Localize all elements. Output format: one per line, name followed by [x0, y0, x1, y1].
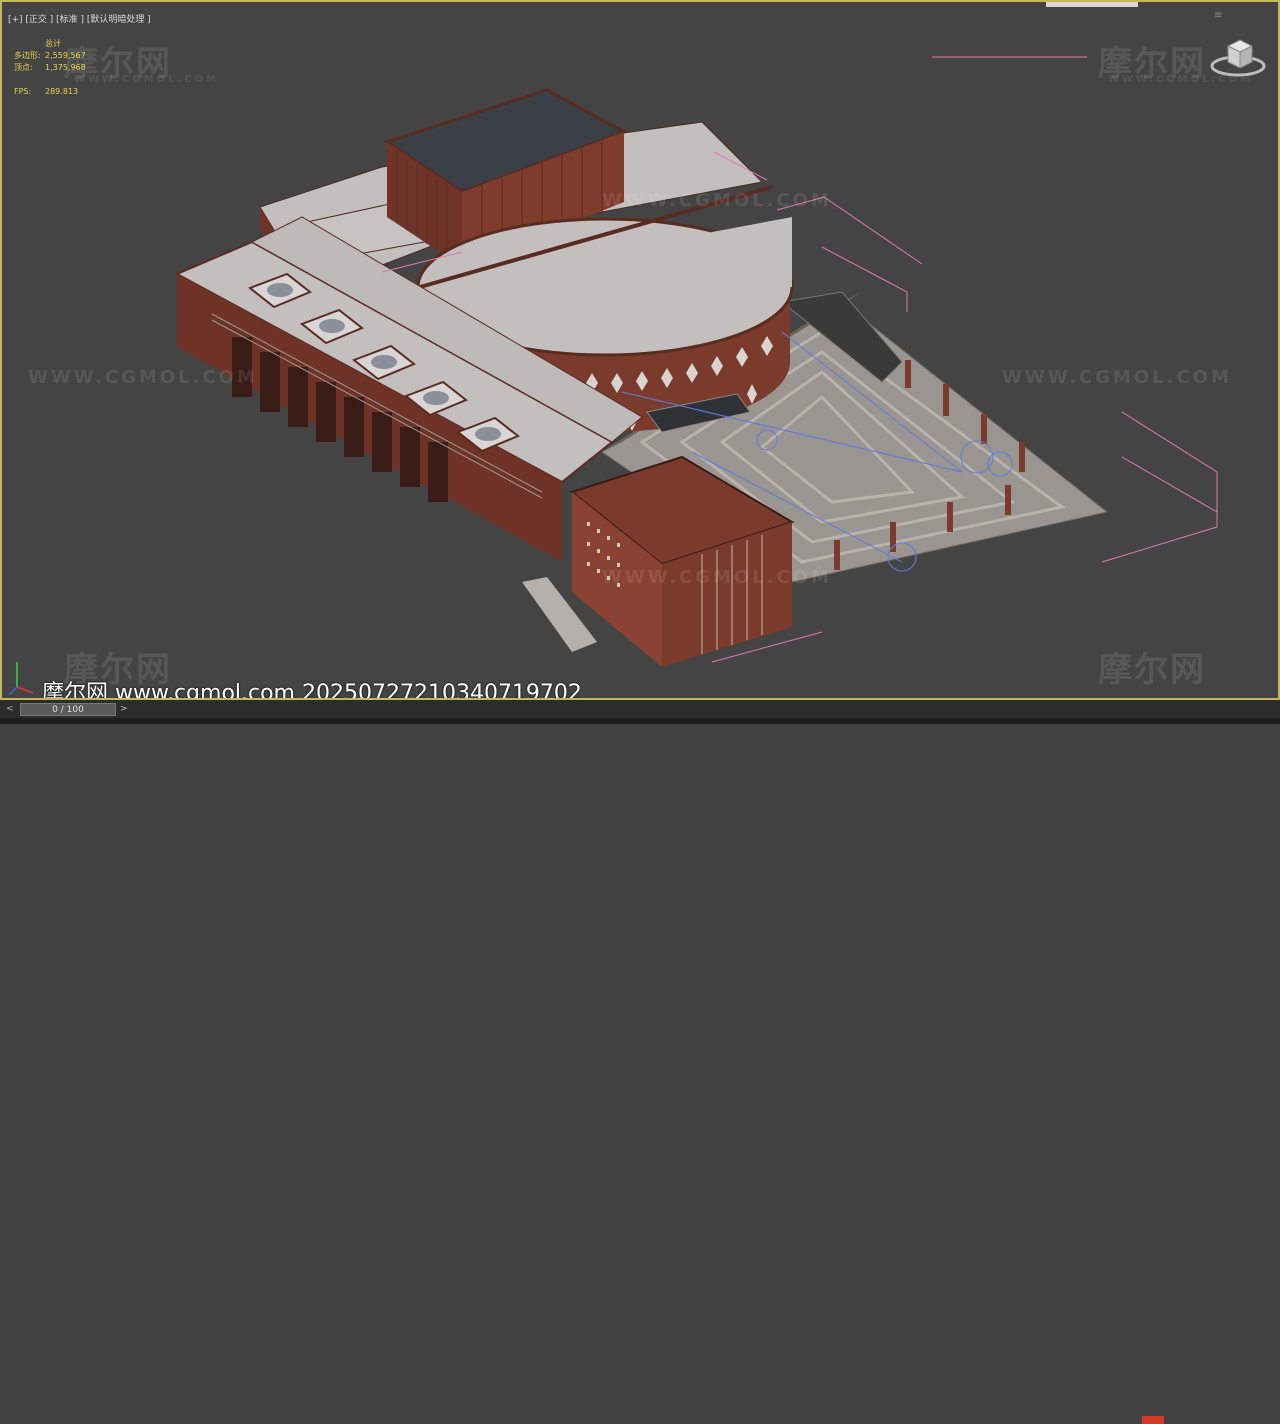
- watermark-url: WWW.CGMOL.COM: [602, 567, 832, 588]
- building-model: [174, 56, 1218, 667]
- polygons-label: 多边形:: [14, 51, 41, 60]
- viewport-menu-icon[interactable]: ≡: [1214, 10, 1222, 21]
- prev-frame-button[interactable]: <: [6, 704, 14, 714]
- status-icon: [1142, 1416, 1164, 1424]
- axis-tripod-icon: [8, 662, 34, 696]
- fps-label: FPS:: [14, 87, 32, 96]
- viewport-label[interactable]: [+] [正交 ] [标准 ] [默认明暗处理 ]: [8, 12, 151, 25]
- watermark-url: WWW.CGMOL.COM: [74, 74, 220, 85]
- watermark-url: WWW.CGMOL.COM: [1002, 367, 1232, 388]
- credit-text: 摩尔网 www.cgmol.com 20250727210340719702: [42, 681, 582, 700]
- watermark-brand: 摩尔网: [1098, 650, 1206, 690]
- watermark-url: WWW.CGMOL.COM: [28, 367, 258, 388]
- viewcube-icon[interactable]: [1210, 32, 1266, 78]
- watermark-url: WWW.CGMOL.COM: [602, 190, 832, 211]
- time-slider-bar: < 0 / 100 >: [0, 700, 1280, 1424]
- fps-value: 289.813: [45, 87, 79, 96]
- viewport-scroll-thumb[interactable]: [1046, 2, 1138, 7]
- perspective-viewport[interactable]: [+] [正交 ] [标准 ] [默认明暗处理 ] 总计 多边形: 2,559,…: [0, 0, 1280, 700]
- time-slider[interactable]: 0 / 100: [20, 703, 116, 716]
- vertices-label: 顶点:: [14, 63, 33, 72]
- timeline-track[interactable]: [0, 718, 1280, 724]
- next-frame-button[interactable]: >: [120, 704, 128, 714]
